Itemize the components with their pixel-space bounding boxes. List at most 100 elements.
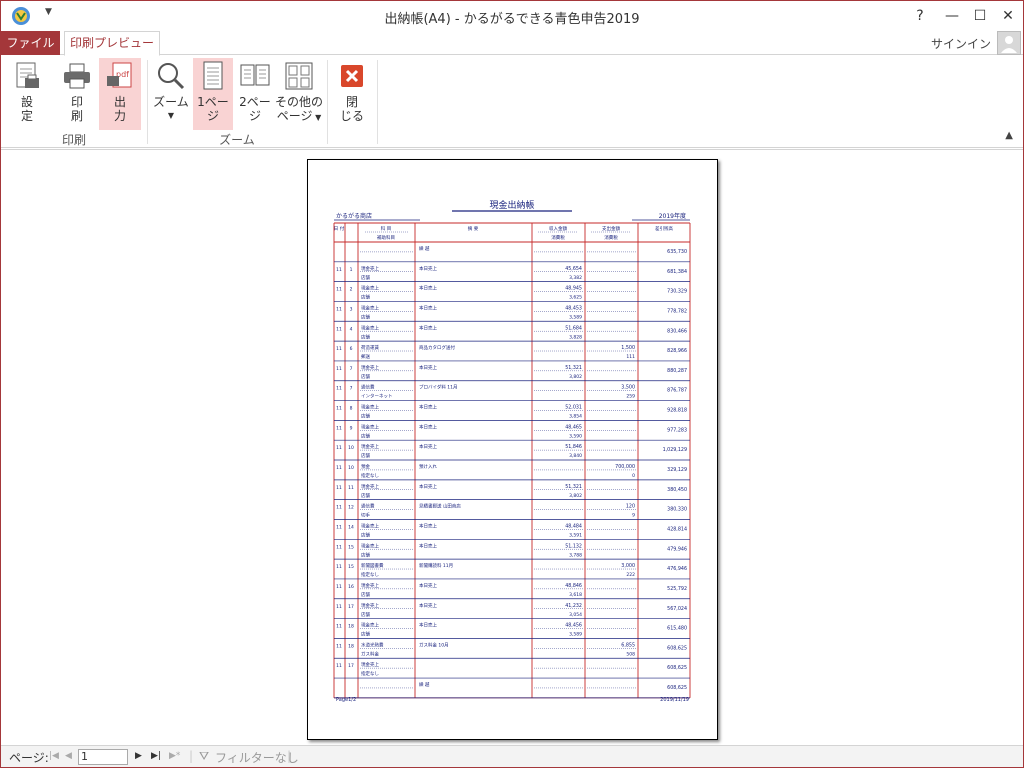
tab-print-preview[interactable]: 印刷プレビュー	[64, 31, 160, 56]
one-page-button[interactable]: 1ペー ジ	[193, 58, 233, 130]
row-sub-account: 指定なし	[361, 472, 379, 479]
avatar[interactable]	[997, 31, 1021, 55]
row-income: 48,453	[565, 305, 582, 311]
row-expense: 3,500	[621, 385, 635, 391]
row-summary: 繰 越	[419, 681, 430, 688]
row-sub-account: 店舗	[361, 333, 370, 340]
row-account: 現金売上	[361, 522, 379, 529]
zoom-label: ズーム	[153, 95, 189, 109]
other-pages-label-2: ページ ▼	[276, 109, 322, 123]
app-window: ▼ 出納帳(A4) - かるがるできる青色申告2019 ? — ☐ ✕ ファイル…	[0, 0, 1024, 768]
row-day: 14	[348, 524, 354, 530]
row-summary: 本日売上	[419, 602, 437, 609]
settings-label-2: 定	[20, 109, 33, 123]
row-month: 11	[336, 485, 342, 491]
row-expense: 1,500	[621, 345, 635, 351]
close-preview-button[interactable]: 閉 じる	[333, 58, 371, 130]
row-month: 11	[336, 326, 342, 332]
multi-page-icon	[285, 62, 313, 90]
last-page-icon[interactable]: ▶|	[151, 751, 161, 761]
row-income-tax: 3,625	[569, 295, 582, 301]
row-income: 41,232	[565, 603, 582, 609]
page-setup-icon	[16, 62, 39, 88]
page-number-input[interactable]: 1	[78, 749, 128, 765]
row-summary: プロバイダ料 11月	[419, 384, 457, 391]
row-balance: 567,024	[667, 606, 687, 612]
help-button[interactable]: ?	[907, 4, 933, 28]
next-page-icon[interactable]: ▶	[135, 751, 142, 761]
close-window-button[interactable]: ✕	[995, 4, 1021, 28]
one-page-label-2: ジ	[206, 109, 219, 123]
print-button[interactable]: 印 刷	[57, 58, 97, 130]
printer-icon	[64, 63, 90, 89]
row-sub-account: 店舗	[361, 313, 370, 320]
row-income: 51,132	[565, 543, 582, 549]
status-divider: |	[189, 749, 194, 763]
maximize-button[interactable]: ☐	[967, 4, 993, 28]
row-sub-account: 店舗	[361, 452, 370, 459]
status-bar: ページ: |◀ ◀ 1 ▶ ▶| ▶* | ⛛ フィルターなし |	[1, 745, 1023, 767]
row-account: 現金売上	[361, 622, 379, 629]
other-pages-dropdown-icon: ▼	[312, 113, 322, 122]
row-expense-tax: 222	[626, 572, 635, 578]
row-account: 現金売上	[361, 661, 379, 668]
row-income-tax: 3,590	[569, 433, 582, 439]
header-expense-tax: 消費税	[604, 234, 618, 241]
row-income-tax: 3,788	[569, 552, 582, 558]
row-sub-account: 店舗	[361, 551, 370, 558]
close-x-icon	[341, 65, 363, 87]
row-balance: 876,787	[667, 388, 687, 394]
filter-icon[interactable]: ⛛	[199, 749, 209, 764]
row-day: 10	[348, 465, 354, 471]
collapse-ribbon-icon[interactable]: ▲	[1005, 130, 1013, 141]
two-page-button[interactable]: 2ペー ジ	[235, 58, 275, 130]
row-account: 現金売上	[361, 364, 379, 371]
row-sub-account: 店舗	[361, 591, 370, 598]
header-income-tax: 消費税	[551, 234, 565, 241]
row-summary: ガス料金 10月	[419, 641, 449, 648]
row-balance: 428,814	[667, 526, 687, 532]
preview-workspace[interactable]: 現金出納帳 かるがる商店 2019年度 日 付 科 目補助科目 摘 要 収入金額 消費税…	[1, 149, 1023, 745]
user-icon	[1001, 36, 1017, 53]
row-balance: 928,818	[667, 408, 687, 414]
prev-page-icon[interactable]: ◀	[65, 751, 72, 761]
row-month: 11	[336, 445, 342, 451]
output-pdf-button[interactable]: pdf 出 力	[99, 58, 141, 130]
zoom-button[interactable]: ズーム ▼	[151, 58, 191, 130]
header-account: 科 目	[381, 225, 391, 232]
row-income-tax: 3,828	[569, 334, 582, 340]
row-income: 48,846	[565, 583, 582, 589]
row-summary: 本日売上	[419, 522, 437, 529]
row-sub-account: 指定なし	[361, 571, 379, 578]
row-account: 現金売上	[361, 265, 379, 272]
settings-button[interactable]: 設 定	[7, 58, 47, 130]
row-balance: 1,029,129	[663, 447, 687, 453]
row-income-tax: 3,802	[569, 493, 582, 499]
row-month: 11	[336, 425, 342, 431]
tab-file[interactable]: ファイル	[1, 31, 60, 55]
row-balance: 476,946	[667, 566, 687, 572]
first-page-icon[interactable]: |◀	[49, 751, 59, 761]
row-account: 現金売上	[361, 443, 379, 450]
row-expense: 700,000	[615, 464, 635, 470]
row-expense-tax: 111	[626, 354, 635, 360]
row-month: 11	[336, 524, 342, 530]
signin-link[interactable]: サインイン	[931, 35, 991, 52]
row-month: 11	[336, 624, 342, 630]
report-grid: 日 付 科 目補助科目 摘 要 収入金額消費税 支出金額消費税 差引残高繰 越 635,73…	[333, 222, 691, 699]
row-account: 現金売上	[361, 324, 379, 331]
output-label-1: 出	[113, 95, 126, 109]
output-label-2: 力	[113, 109, 126, 123]
row-balance: 828,966	[667, 348, 687, 354]
close-label-2: じる	[339, 109, 364, 123]
row-summary: 本日売上	[419, 285, 437, 292]
new-record-icon[interactable]: ▶*	[169, 751, 180, 761]
row-sub-account: インターネット	[361, 393, 393, 400]
minimize-button[interactable]: —	[939, 4, 965, 28]
row-day: 3	[350, 306, 353, 312]
pdf-export-icon: pdf	[107, 62, 132, 88]
single-page-icon	[203, 61, 223, 90]
other-pages-button[interactable]: その他の ページ ▼	[275, 58, 323, 130]
row-expense: 120	[626, 504, 635, 510]
row-sub-account: 郵送	[361, 353, 370, 360]
